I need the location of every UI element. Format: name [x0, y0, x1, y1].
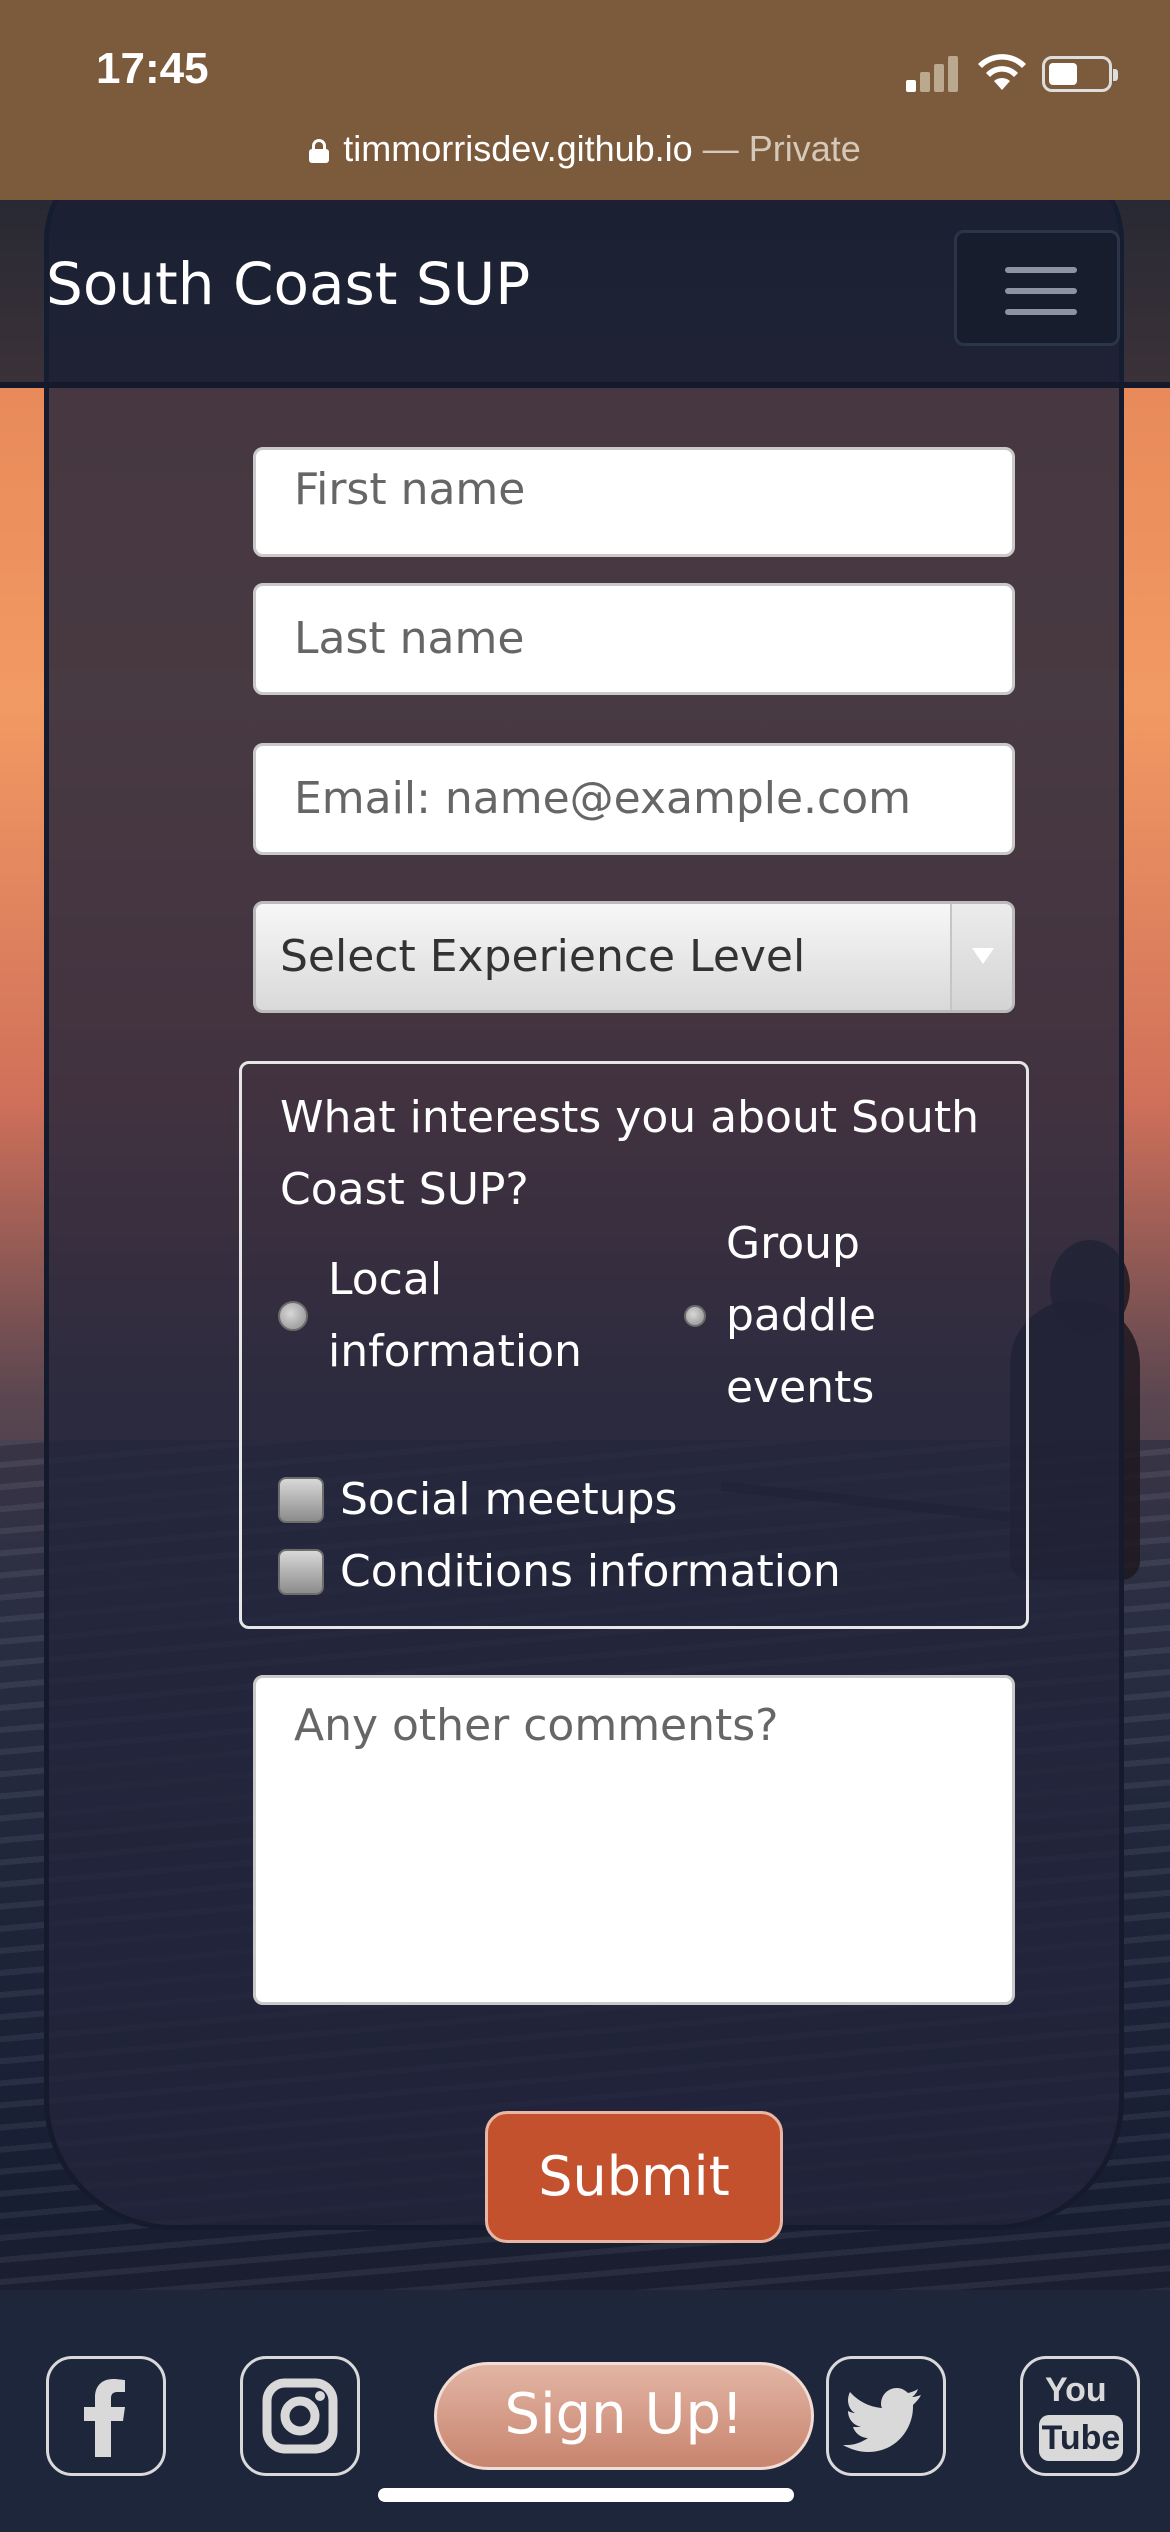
url-bar[interactable]: timmorrisdev.github.io — Private: [0, 128, 1170, 170]
comments-textarea[interactable]: Any other comments?: [253, 1675, 1015, 2005]
url-text: timmorrisdev.github.io: [343, 128, 693, 169]
instagram-icon[interactable]: [240, 2356, 360, 2476]
status-time: 17:45: [96, 44, 209, 93]
home-indicator[interactable]: [378, 2488, 794, 2502]
youtube-tube-text: Tube: [1039, 2415, 1123, 2461]
url-private-label: — Private: [692, 128, 861, 169]
checkbox-label-conditions-information: Conditions information: [340, 1546, 841, 1597]
sign-up-button[interactable]: Sign Up!: [434, 2362, 814, 2470]
radio-group-paddle-events[interactable]: Group paddle events: [684, 1208, 984, 1424]
lock-icon: [309, 139, 330, 163]
signal-strength-icon: [906, 52, 962, 92]
youtube-you-text: You: [1045, 2371, 1107, 2409]
status-bar: 17:45 timmorrisdev.github.io — Private: [0, 0, 1170, 200]
first-name-input[interactable]: First name: [253, 447, 1015, 557]
twitter-icon[interactable]: [826, 2356, 946, 2476]
email-input[interactable]: Email: name@example.com: [253, 743, 1015, 855]
radio-label-local-information: Local information: [328, 1254, 582, 1377]
checkbox-conditions-information[interactable]: Conditions information: [278, 1536, 841, 1608]
signup-form-card: First name Last name Email: name@example…: [44, 150, 1124, 2243]
radio-label-group-paddle-events: Group paddle events: [726, 1218, 877, 1413]
last-name-input[interactable]: Last name: [253, 583, 1015, 695]
checkbox[interactable]: [278, 1549, 324, 1595]
brand-link[interactable]: South Coast SUP: [46, 250, 530, 318]
experience-level-value: Select Experience Level: [280, 931, 806, 982]
experience-level-select[interactable]: Select Experience Level: [253, 901, 1015, 1013]
submit-button[interactable]: Submit: [485, 2111, 783, 2243]
interests-legend: What interests you about South Coast SUP…: [280, 1092, 979, 1215]
hamburger-menu-icon[interactable]: [954, 230, 1120, 346]
facebook-icon[interactable]: [46, 2356, 166, 2476]
checkbox-label-social-meetups: Social meetups: [340, 1474, 678, 1525]
interests-radio-group: Local information Group paddle events: [278, 1218, 998, 1464]
checkbox[interactable]: [278, 1477, 324, 1523]
radio-button[interactable]: [684, 1305, 706, 1327]
youtube-icon[interactable]: You Tube: [1020, 2356, 1140, 2476]
navbar: South Coast SUP: [0, 198, 1170, 388]
battery-icon: [1042, 56, 1118, 92]
radio-local-information[interactable]: Local information: [278, 1244, 638, 1388]
wifi-icon: [978, 54, 1026, 90]
radio-button[interactable]: [278, 1301, 308, 1331]
interests-fieldset: What interests you about South Coast SUP…: [239, 1061, 1029, 1629]
checkbox-social-meetups[interactable]: Social meetups: [278, 1464, 677, 1536]
chevron-down-icon: [950, 904, 1012, 1010]
